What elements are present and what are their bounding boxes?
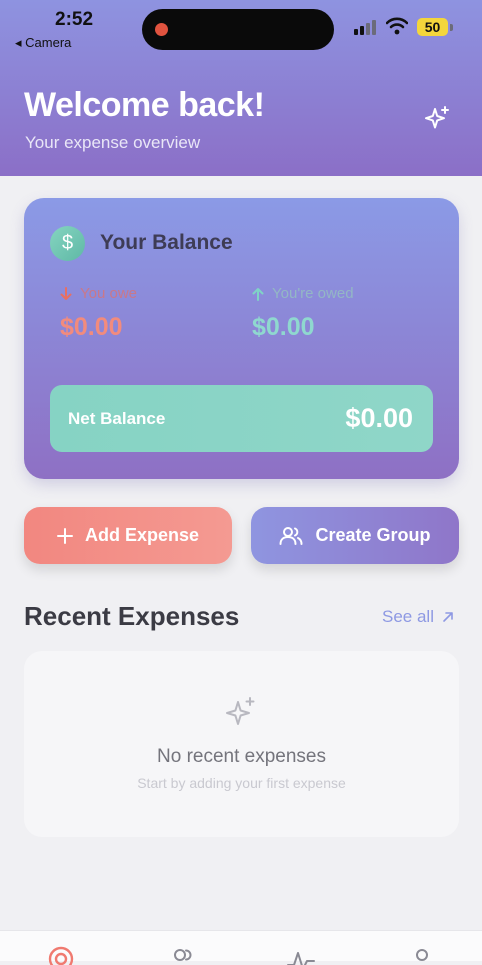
back-to-camera-link[interactable]: ◂ Camera: [15, 35, 71, 51]
arrow-up-icon: [252, 287, 264, 301]
empty-state-subtitle: Start by adding your first expense: [137, 775, 346, 791]
page-subtitle: Your expense overview: [25, 133, 201, 152]
net-balance-value: $0.00: [345, 403, 413, 433]
recording-indicator: [155, 23, 168, 36]
dollar-icon: $: [50, 226, 85, 261]
empty-state-card: No recent expenses Start by adding your …: [24, 651, 459, 837]
arrow-up-right-icon: [443, 612, 453, 622]
battery-nub: [450, 24, 453, 31]
header: 2:52 ◂ Camera 50 Welcome back! Your expe…: [0, 0, 482, 176]
add-expense-button[interactable]: Add Expense: [24, 507, 232, 564]
page-title: Welcome back!: [24, 86, 265, 124]
you-owe-label: You owe: [60, 285, 137, 302]
see-all-label: See all: [382, 607, 434, 626]
battery-icon: 50: [417, 18, 448, 36]
you-owe-value: $0.00: [60, 313, 123, 341]
plus-icon: [56, 527, 73, 544]
net-balance-label: Net Balance: [68, 409, 166, 428]
youre-owed-label: You're owed: [252, 285, 354, 302]
balance-card: $ Your Balance You owe $0.00 You're owed…: [24, 198, 459, 479]
users-icon: [279, 526, 303, 545]
tab-groups-icon[interactable]: [167, 945, 197, 965]
you-owe-text: You owe: [80, 285, 137, 302]
create-group-button[interactable]: Create Group: [251, 507, 459, 564]
youre-owed-value: $0.00: [252, 313, 315, 341]
arrow-down-icon: [60, 286, 72, 300]
dynamic-island: [142, 9, 334, 50]
cellular-signal-icon: [354, 20, 376, 35]
add-expense-label: Add Expense: [84, 525, 200, 545]
tab-activity-icon[interactable]: [286, 945, 316, 965]
tab-home-icon[interactable]: [46, 945, 76, 965]
recent-expenses-title: Recent Expenses: [24, 601, 240, 631]
see-all-link[interactable]: See all: [382, 607, 454, 627]
tab-bar: [0, 930, 482, 965]
balance-title: Your Balance: [100, 231, 233, 254]
net-balance-bar: Net Balance $0.00: [50, 385, 433, 452]
create-group-label: Create Group: [315, 525, 431, 545]
status-time: 2:52: [55, 9, 94, 30]
sparkles-icon[interactable]: [422, 104, 452, 134]
sparkles-icon: [226, 697, 255, 725]
tab-profile-icon[interactable]: [407, 945, 437, 965]
empty-state-title: No recent expenses: [157, 746, 326, 767]
wifi-icon: [386, 17, 408, 35]
youre-owed-text: You're owed: [272, 285, 354, 302]
